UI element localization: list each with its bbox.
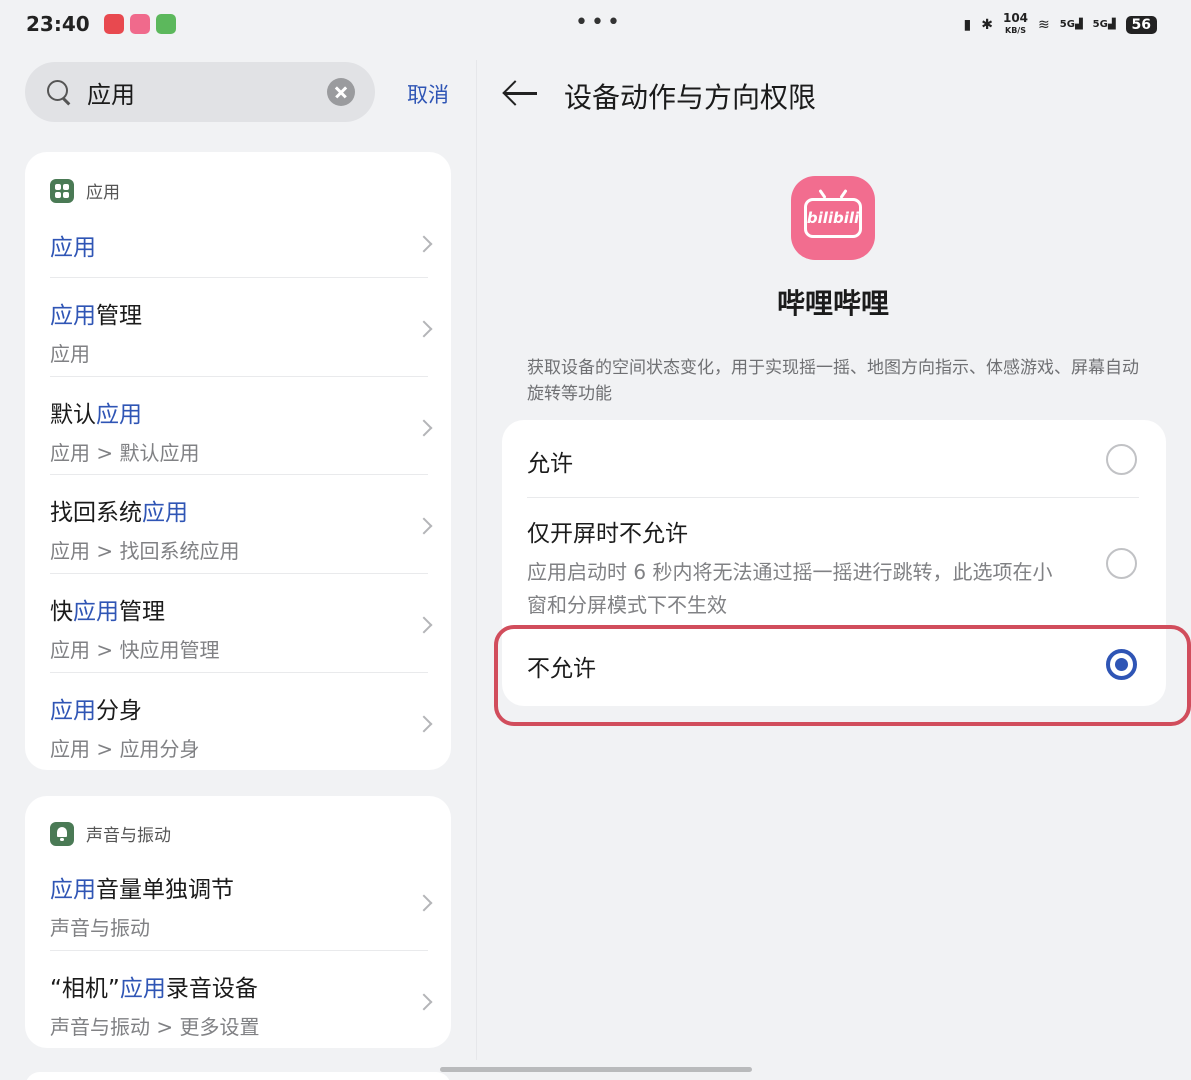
annotation-highlight-box — [494, 625, 1191, 726]
result-path: 应用 > 应用分身 — [50, 737, 200, 761]
option-deny-on-launch[interactable]: 仅开屏时不允许 应用启动时 6 秒内将无法通过摇一摇进行跳转，此选项在小窗和分屏… — [527, 514, 1137, 622]
battery-icon: 56 — [1125, 15, 1157, 34]
result-path: 应用 > 默认应用 — [50, 441, 200, 465]
page-title: 设备动作与方向权限 — [564, 81, 817, 114]
result-path: 应用 — [50, 342, 90, 366]
title-rest: 管理 — [96, 303, 142, 329]
bell-icon — [50, 821, 74, 846]
divider — [50, 672, 428, 673]
results-card-sound: 声音与振动 应用音量单独调节 声音与振动 “相机”应用录音设备 声音与振动 > … — [25, 796, 451, 1048]
radio-button[interactable] — [1106, 444, 1137, 475]
bilibili-logo-icon: bilibili — [804, 198, 862, 238]
result-item[interactable]: “相机”应用录音设备 声音与振动 > 更多设置 — [50, 969, 433, 1040]
result-item[interactable]: 快应用管理 应用 > 快应用管理 — [50, 592, 433, 663]
app-logo: bilibili — [791, 176, 875, 260]
result-item[interactable]: 应用音量单独调节 声音与振动 — [50, 870, 433, 941]
result-title: “相机”应用录音设备 — [50, 969, 430, 1003]
results-card-apps: 应用 应用 应用管理 应用 默认应用 应用 > 默认应用 找回系统应用 应用 >… — [25, 152, 451, 770]
divider — [50, 376, 428, 377]
option-label: 仅开屏时不允许 — [527, 521, 688, 547]
apps-grid-icon — [50, 178, 74, 203]
result-path: 应用 > 找回系统应用 — [50, 539, 240, 563]
network-speed: 104 KB/S — [1002, 11, 1029, 36]
divider — [50, 950, 428, 951]
divider — [50, 474, 428, 475]
back-arrow-icon[interactable] — [503, 80, 537, 106]
network-speed-value: 104 — [1002, 11, 1029, 25]
section-header: 应用 — [50, 178, 120, 203]
option-label: 允许 — [527, 451, 573, 477]
section-header: 声音与振动 — [50, 821, 171, 846]
multitask-dots[interactable]: ••• — [575, 10, 623, 35]
clear-icon[interactable] — [327, 78, 355, 106]
divider — [50, 277, 428, 278]
home-indicator[interactable] — [440, 1067, 752, 1072]
title-highlight: 应用 — [50, 235, 96, 261]
option-description: 应用启动时 6 秒内将无法通过摇一摇进行跳转，此选项在小窗和分屏模式下不生效 — [527, 560, 1053, 617]
title-highlight: 应用 — [50, 698, 96, 724]
result-title: 默认应用 — [50, 395, 430, 429]
result-item[interactable]: 应用管理 应用 — [50, 296, 433, 367]
title-highlight: 应用 — [50, 303, 96, 329]
title-prefix: “相机” — [50, 976, 120, 1002]
result-title: 应用分身 — [50, 691, 430, 725]
title-rest: 录音设备 — [165, 976, 258, 1002]
title-highlight: 应用 — [50, 877, 96, 903]
search-pane: 应用 取消 应用 应用 应用管理 应用 默认应用 应用 > 默认应用 找回系统应… — [0, 0, 477, 1080]
app-name: 哔哩哔哩 — [776, 287, 889, 320]
result-item[interactable]: 应用 — [50, 228, 433, 262]
title-highlight: 应用 — [142, 500, 188, 526]
result-title: 应用音量单独调节 — [50, 870, 430, 904]
bluetooth-icon: ✱ — [981, 16, 993, 33]
result-item[interactable]: 应用分身 应用 > 应用分身 — [50, 691, 433, 762]
signal-icon: 5G▟ — [1059, 19, 1083, 30]
title-prefix: 快 — [50, 599, 73, 625]
radio-button[interactable] — [1106, 548, 1137, 579]
title-prefix: 默认 — [50, 402, 96, 428]
result-item[interactable]: 默认应用 应用 > 默认应用 — [50, 395, 433, 466]
network-speed-unit: KB/S — [1005, 26, 1026, 35]
result-item[interactable]: 找回系统应用 应用 > 找回系统应用 — [50, 493, 433, 564]
pane-divider — [476, 60, 477, 1060]
permission-description: 获取设备的空间状态变化，用于实现摇一摇、地图方向指示、体感游戏、屏幕自动旋转等功… — [527, 358, 1139, 404]
signal-label: 5G — [1092, 19, 1108, 30]
result-title: 找回系统应用 — [50, 493, 430, 527]
signal-label: 5G — [1059, 19, 1075, 30]
result-title: 应用管理 — [50, 296, 430, 330]
section-label: 声音与振动 — [86, 826, 171, 846]
results-card-partial — [25, 1072, 451, 1080]
divider — [527, 497, 1139, 498]
result-title: 应用 — [50, 228, 430, 262]
title-rest: 分身 — [96, 698, 142, 724]
option-allow[interactable]: 允许 — [527, 444, 1137, 478]
result-path: 声音与振动 — [50, 916, 150, 940]
result-path: 应用 > 快应用管理 — [50, 638, 220, 662]
search-input[interactable]: 应用 — [87, 75, 327, 110]
search-box[interactable]: 应用 — [25, 62, 375, 122]
result-title: 快应用管理 — [50, 592, 430, 626]
vibrate-icon: ▮ — [963, 16, 972, 33]
title-highlight: 应用 — [96, 402, 142, 428]
divider — [50, 573, 428, 574]
result-path: 声音与振动 > 更多设置 — [50, 1015, 260, 1039]
search-icon — [45, 78, 73, 106]
section-label: 应用 — [86, 183, 120, 203]
title-prefix: 找回系统 — [50, 500, 142, 526]
wifi-icon: ≋ — [1038, 16, 1050, 33]
status-bar-right: ▮ ✱ 104 KB/S ≋ 5G▟ 5G▟ 56 — [963, 11, 1157, 36]
title-highlight: 应用 — [73, 599, 119, 625]
cancel-button[interactable]: 取消 — [407, 79, 449, 109]
title-rest: 音量单独调节 — [96, 877, 234, 903]
title-highlight: 应用 — [119, 976, 166, 1002]
signal-icon: 5G▟ — [1092, 19, 1116, 30]
title-rest: 管理 — [119, 599, 165, 625]
